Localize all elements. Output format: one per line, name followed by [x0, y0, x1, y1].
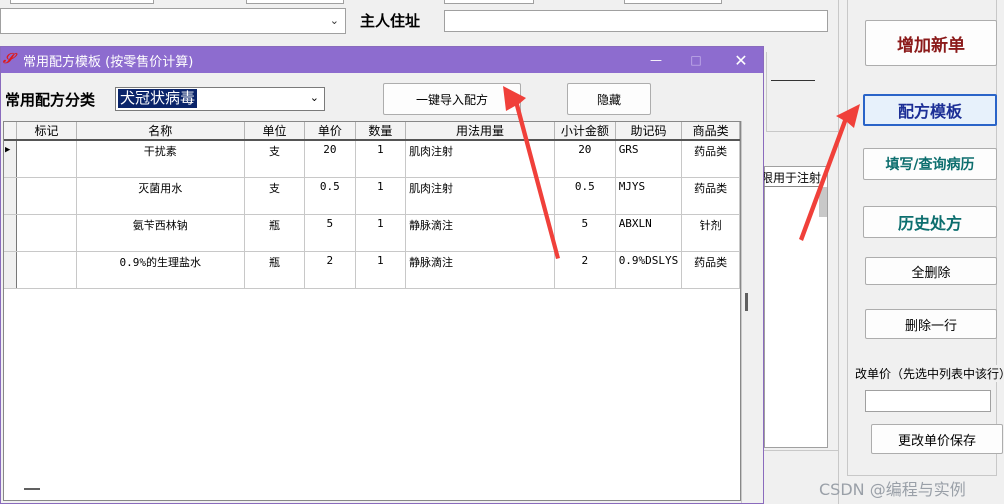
cell-mark[interactable] — [16, 214, 77, 252]
cell-name[interactable]: 干扰素 — [76, 140, 245, 178]
column-header[interactable]: 名称 — [76, 122, 245, 141]
top-field-1[interactable] — [10, 0, 154, 4]
template-button[interactable]: 配方模板 — [863, 94, 997, 126]
cell-unit[interactable]: 支 — [244, 140, 306, 178]
cell-qty[interactable]: 1 — [355, 177, 407, 215]
cell-subtotal[interactable]: 2 — [554, 251, 616, 289]
fill-query-records-button[interactable]: 填写/查询病历 — [863, 148, 997, 180]
cell-code[interactable]: GRS — [615, 140, 683, 178]
delete-row-button[interactable]: 删除一行 — [865, 309, 997, 339]
cell-type[interactable]: 药品类 — [681, 251, 740, 289]
behind-panel-line — [766, 52, 838, 132]
cell-usage[interactable]: 肌肉注射 — [405, 140, 555, 178]
row-selector[interactable] — [4, 251, 18, 289]
cell-qty[interactable]: 1 — [355, 140, 407, 178]
cell-unit[interactable]: 瓶 — [244, 251, 306, 289]
cell-unit[interactable]: 瓶 — [244, 214, 306, 252]
price-input[interactable] — [865, 390, 991, 412]
column-header[interactable]: 助记码 — [615, 122, 683, 141]
owner-address-input[interactable] — [444, 10, 828, 32]
table-row[interactable]: 氨苄西林钠 瓶 5 1 静脉滴注 5 ABXLN 针剂 — [4, 214, 740, 252]
app-logo-icon: 𝒮 — [3, 51, 14, 67]
cell-code[interactable]: MJYS — [615, 177, 683, 215]
template-dialog: 𝒮 常用配方模板 (按零售价计算) — □ ✕ 常用配方分类 犬冠状病毒 ⌄ 一… — [0, 46, 764, 504]
dialog-titlebar[interactable]: 𝒮 常用配方模板 (按零售价计算) — □ ✕ — [1, 47, 763, 73]
cell-price[interactable]: 2 — [304, 251, 356, 289]
cell-mark[interactable] — [16, 140, 77, 178]
cell-subtotal[interactable]: 20 — [554, 140, 616, 178]
delete-all-button[interactable]: 全删除 — [865, 257, 997, 285]
cell-usage[interactable]: 静脉滴注 — [405, 251, 555, 289]
cell-code[interactable]: 0.9%DSLYS — [615, 251, 683, 289]
top-field-3[interactable] — [444, 0, 534, 4]
chevron-down-icon: ⌄ — [309, 91, 319, 104]
column-header[interactable]: 标记 — [16, 122, 77, 141]
cell-usage[interactable]: 静脉滴注 — [405, 214, 555, 252]
cell-mark[interactable] — [16, 251, 77, 289]
add-new-button[interactable]: 增加新单 — [865, 20, 997, 66]
change-price-hint: 改单价（先选中列表中该行） — [855, 365, 1004, 382]
behind-scrollbar[interactable] — [819, 187, 827, 217]
cell-name[interactable]: 0.9%的生理盐水 — [76, 251, 245, 289]
column-header[interactable]: 单价 — [304, 122, 356, 141]
hide-button[interactable]: 隐藏 — [567, 83, 651, 115]
right-panel: 增加新单 配方模板 填写/查询病历 历史处方 全删除 删除一行 改单价（先选中列… — [819, 0, 1004, 504]
cell-price[interactable]: 0.5 — [304, 177, 356, 215]
column-header[interactable]: 小计金额 — [554, 122, 616, 141]
row-header-corner — [4, 122, 18, 141]
cell-code[interactable]: ABXLN — [615, 214, 683, 252]
dialog-title: 常用配方模板 (按零售价计算) — [23, 54, 194, 70]
import-template-button[interactable]: 一键导入配方 — [383, 83, 521, 115]
table-row[interactable]: 灭菌用水 支 0.5 1 肌肉注射 0.5 MJYS 药品类 — [4, 177, 740, 215]
row-selector[interactable] — [4, 214, 18, 252]
behind-list: 限用于注射 — [761, 166, 828, 448]
top-field-2[interactable] — [246, 0, 344, 4]
row-selector[interactable] — [4, 177, 18, 215]
minimize-icon[interactable]: — — [636, 47, 676, 73]
grid-side-strip — [741, 121, 763, 503]
cell-unit[interactable]: 支 — [244, 177, 306, 215]
table-row[interactable]: ▶ 干扰素 支 20 1 肌肉注射 20 GRS 药品类 — [4, 140, 740, 178]
close-icon[interactable]: ✕ — [721, 47, 761, 73]
save-price-button[interactable]: 更改单价保存 — [871, 424, 1003, 454]
category-value: 犬冠状病毒 — [118, 89, 198, 108]
current-row-indicator-icon: ▶ — [4, 140, 18, 178]
cell-qty[interactable]: 1 — [355, 214, 407, 252]
top-field-4[interactable] — [624, 0, 722, 4]
chevron-down-icon: ⌄ — [329, 14, 339, 27]
column-header[interactable]: 商品类 — [681, 122, 740, 141]
maximize-icon[interactable]: □ — [676, 47, 716, 73]
history-prescription-button[interactable]: 历史处方 — [863, 206, 997, 238]
cell-price[interactable]: 5 — [304, 214, 356, 252]
column-header[interactable]: 用法用量 — [405, 122, 555, 141]
category-label: 常用配方分类 — [5, 91, 96, 109]
template-grid: 标记 名称 单位 单价 数量 用法用量 小计金额 助记码 商品类 ▶ 干扰素 支 — [3, 121, 741, 501]
cell-type[interactable]: 药品类 — [681, 140, 740, 178]
cell-usage[interactable]: 肌肉注射 — [405, 177, 555, 215]
cell-price[interactable]: 20 — [304, 140, 356, 178]
cell-name[interactable]: 氨苄西林钠 — [76, 214, 245, 252]
cell-type[interactable]: 药品类 — [681, 177, 740, 215]
cell-name[interactable]: 灭菌用水 — [76, 177, 245, 215]
table-header-row: 标记 名称 单位 单价 数量 用法用量 小计金额 助记码 商品类 — [4, 122, 740, 141]
behind-column-header: 限用于注射 — [761, 171, 822, 187]
watermark: CSDN @编程与实例 — [819, 480, 966, 499]
cell-qty[interactable]: 1 — [355, 251, 407, 289]
owner-address-label: 主人住址 — [360, 12, 421, 30]
category-select[interactable]: 犬冠状病毒 ⌄ — [115, 87, 325, 111]
cell-subtotal[interactable]: 5 — [554, 214, 616, 252]
column-header[interactable]: 单位 — [244, 122, 306, 141]
cell-mark[interactable] — [16, 177, 77, 215]
cell-type[interactable]: 针剂 — [681, 214, 740, 252]
table-row[interactable]: 0.9%的生理盐水 瓶 2 1 静脉滴注 2 0.9%DSLYS 药品类 — [4, 251, 740, 289]
template-table: 标记 名称 单位 单价 数量 用法用量 小计金额 助记码 商品类 ▶ 干扰素 支 — [4, 122, 740, 289]
horizontal-scroll-indicator[interactable] — [24, 488, 40, 490]
background-dropdown[interactable]: ⌄ — [0, 8, 346, 34]
column-header[interactable]: 数量 — [355, 122, 407, 141]
cell-subtotal[interactable]: 0.5 — [554, 177, 616, 215]
